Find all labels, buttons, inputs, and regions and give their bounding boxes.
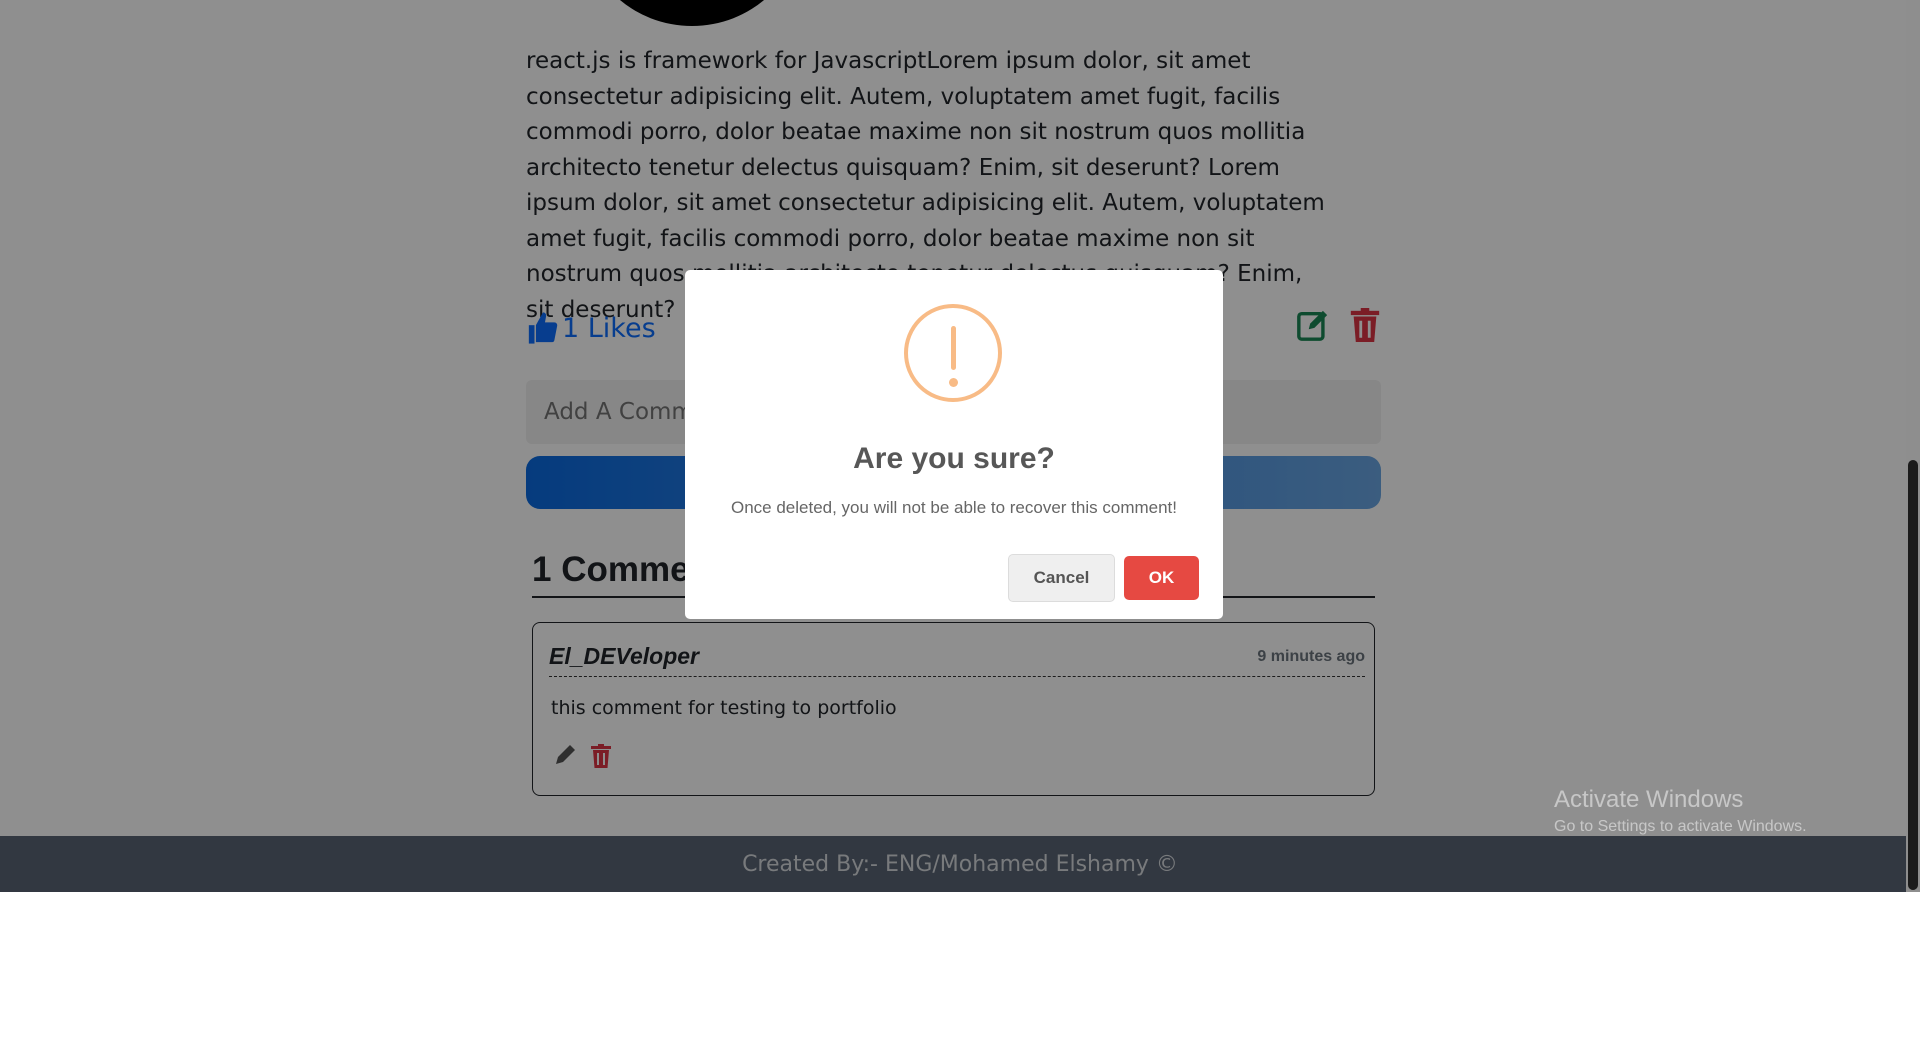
ok-button[interactable]: OK: [1124, 556, 1199, 600]
scrollbar-thumb[interactable]: [1908, 460, 1918, 890]
scrollbar[interactable]: [1906, 0, 1920, 892]
page: react.js is framework for JavascriptLore…: [0, 0, 1920, 892]
watermark-subtitle: Go to Settings to activate Windows.: [1554, 818, 1807, 835]
windows-watermark: Activate Windows Go to Settings to activ…: [1554, 786, 1807, 836]
warning-icon: [904, 304, 1002, 402]
confirm-dialog: Are you sure? Once deleted, you will not…: [685, 270, 1223, 619]
watermark-title: Activate Windows: [1554, 786, 1744, 813]
dialog-title: Are you sure?: [853, 442, 1055, 475]
cancel-button[interactable]: Cancel: [1008, 554, 1115, 602]
dialog-message: Once deleted, you will not be able to re…: [730, 498, 1177, 517]
